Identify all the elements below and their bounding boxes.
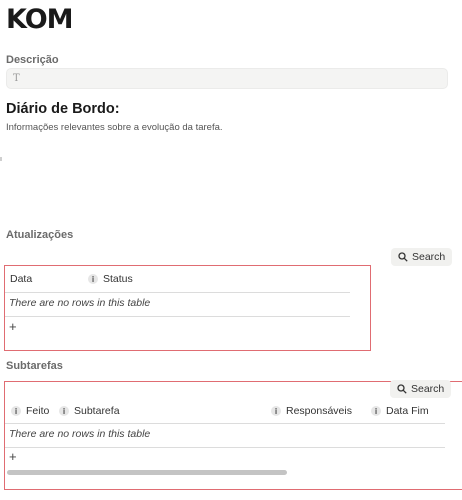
table-header-row: Data i Status — [5, 266, 350, 293]
subtarefas-search-button[interactable]: Search — [390, 380, 452, 398]
descricao-label: Descrição — [6, 54, 59, 66]
atualizacoes-label: Atualizações — [6, 229, 74, 241]
info-icon: i — [59, 406, 69, 416]
atualizacoes-search-button[interactable]: Search — [391, 248, 453, 266]
column-header-data[interactable]: Data — [10, 266, 32, 292]
table-row: There are no rows in this table — [5, 423, 445, 448]
column-header-feito[interactable]: i Feito — [11, 399, 49, 423]
horizontal-scrollbar[interactable] — [7, 470, 287, 475]
subtarefas-label: Subtarefas — [6, 360, 63, 372]
text-type-icon: T — [13, 73, 20, 84]
empty-message: There are no rows in this table — [9, 297, 151, 309]
empty-message: There are no rows in this table — [9, 428, 151, 440]
table-row: There are no rows in this table — [5, 292, 350, 317]
add-row-button[interactable]: + — [9, 449, 17, 464]
page-title: KOM — [6, 4, 74, 35]
subtarefas-table: Search i Feito i Subtarefa i Responsávei… — [4, 380, 462, 490]
search-icon — [397, 384, 407, 394]
column-header-subtarefa[interactable]: i Subtarefa — [59, 399, 120, 423]
info-icon: i — [88, 274, 98, 284]
add-row-button[interactable]: + — [9, 319, 17, 334]
info-icon: i — [271, 406, 281, 416]
search-icon — [398, 252, 408, 262]
column-header-responsaveis[interactable]: i Responsáveis — [271, 399, 352, 423]
table-header-row: i Feito i Subtarefa i Responsáveis i Dat… — [5, 399, 445, 424]
search-label: Search — [412, 251, 446, 263]
diario-title: Diário de Bordo: — [6, 101, 120, 117]
resize-handle[interactable] — [0, 157, 2, 161]
descricao-input[interactable]: T — [6, 68, 448, 89]
column-header-status[interactable]: i Status — [88, 266, 133, 292]
info-icon: i — [371, 406, 381, 416]
info-icon: i — [11, 406, 21, 416]
column-header-data-fim[interactable]: i Data Fim — [371, 399, 429, 423]
search-label: Search — [411, 383, 445, 395]
atualizacoes-table: Data i Status There are no rows in this … — [4, 265, 371, 351]
diario-subtitle: Informações relevantes sobre a evolução … — [6, 122, 223, 133]
